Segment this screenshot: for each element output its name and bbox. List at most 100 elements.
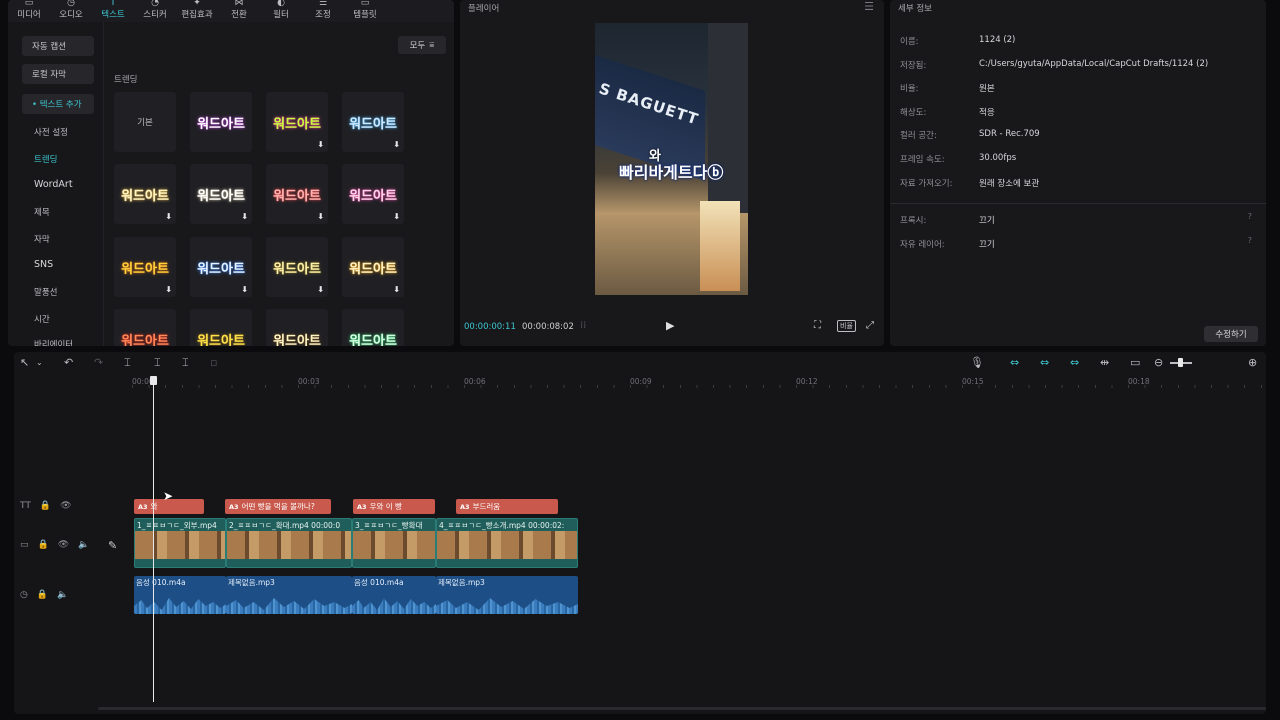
preview-axis-icon[interactable]: ⇔ [1070, 356, 1079, 369]
nav-item-preset[interactable]: 사전 설정 [34, 126, 68, 138]
ratio-button[interactable]: 비율 [837, 320, 856, 332]
tab-transition[interactable]: ⋈ 전환 [218, 0, 260, 22]
timecode-format-icon[interactable]: ⁞⁞ [580, 320, 586, 331]
download-icon[interactable]: ⬇ [165, 285, 172, 294]
menu-icon[interactable]: ☰ [864, 0, 874, 13]
nav-item-wordart[interactable]: WordArt [34, 179, 73, 190]
time-ruler[interactable]: 00:00 00:03 00:06 00:09 00:12 00:15 00:18 [132, 376, 1266, 388]
nav-item-variator[interactable]: 바리에이터 [34, 338, 73, 346]
text-clip[interactable]: A3 부드러움 [456, 499, 558, 514]
audio-clip[interactable]: 음성 010.m4a [134, 576, 226, 614]
wordart-tile[interactable]: 워드아트 ⬇ [190, 164, 252, 224]
wordart-tile[interactable]: 워드아트 [190, 309, 252, 346]
play-button[interactable]: ▶ [666, 319, 674, 332]
undo-icon[interactable]: ↶ [64, 356, 73, 369]
trim-right-icon[interactable]: ⌶ [182, 356, 189, 370]
chevron-down-icon[interactable]: ⌄ [36, 358, 43, 367]
zoom-slider-handle[interactable] [1178, 358, 1183, 367]
download-icon[interactable]: ⬇ [317, 285, 324, 294]
tab-text[interactable]: T 텍스트 [92, 0, 134, 22]
download-icon[interactable]: ⬇ [317, 140, 324, 149]
microphone-icon[interactable]: 🎙 [970, 356, 984, 369]
text-clip[interactable]: A3 어떤 빵을 먹을 볼까나? [225, 499, 331, 514]
caption-icon[interactable]: ▭ [1130, 356, 1140, 369]
eye-icon[interactable]: 👁 [60, 501, 71, 511]
volume-icon[interactable]: 🔈 [78, 540, 89, 550]
nav-local-caption[interactable]: 로컬 자막 [22, 64, 94, 84]
text-clip-icon: A3 [460, 502, 470, 511]
tab-template[interactable]: ▭ 템플릿 [344, 0, 386, 22]
magnet-icon[interactable]: ⇔ [1010, 356, 1019, 369]
lock-icon[interactable]: 🔒 [37, 590, 48, 600]
video-clip[interactable]: 1_ㅍㅍㅂㄱㄷ_외부.mp4 [134, 518, 226, 568]
filter-button[interactable]: 모두 ⩸ [398, 36, 446, 54]
download-icon[interactable]: ⬇ [317, 212, 324, 221]
fit-screen-icon[interactable]: ⛶ [814, 320, 821, 331]
tab-media[interactable]: ▭ 미디어 [8, 0, 50, 22]
zoom-fit-icon[interactable]: ⊕ [1248, 356, 1257, 369]
wordart-label: 기본 [137, 118, 153, 128]
volume-icon[interactable]: 🔈 [57, 590, 68, 600]
tab-filter[interactable]: ◐ 필터 [260, 0, 302, 22]
nav-item-sns[interactable]: SNS [34, 259, 53, 270]
video-clip[interactable]: 2_ㅍㅍㅂㄱㄷ_확대.mp4 00:00:0 [226, 518, 352, 568]
audio-clip[interactable]: 제목없음.mp3 [226, 576, 352, 614]
help-icon[interactable]: ? [1248, 236, 1252, 245]
split-icon[interactable]: ⌶ [124, 356, 131, 370]
nav-item-title[interactable]: 제목 [34, 206, 50, 218]
download-icon[interactable]: ⬇ [393, 140, 400, 149]
nav-item-time[interactable]: 시간 [34, 313, 50, 325]
nav-add-text[interactable]: • 텍스트 추가 [22, 94, 94, 114]
redo-icon[interactable]: ↷ [94, 356, 103, 369]
wordart-tile[interactable]: 워드아트 [266, 309, 328, 346]
lock-icon[interactable]: 🔒 [40, 501, 51, 511]
tab-adjust[interactable]: ⚌ 조정 [302, 0, 344, 22]
tab-audio[interactable]: ◷ 오디오 [50, 0, 92, 22]
wordart-tile[interactable]: 기본 [114, 92, 176, 152]
link-icon[interactable]: ⇔ [1040, 356, 1049, 369]
tab-effects[interactable]: ✦ 편집효과 [176, 0, 218, 22]
zoom-out-icon[interactable]: ⊖ [1154, 356, 1163, 369]
download-icon[interactable]: ⬇ [241, 285, 248, 294]
eye-icon[interactable]: 👁 [58, 540, 69, 550]
select-tool-icon[interactable]: ↖ [20, 356, 29, 369]
download-icon[interactable]: ⬇ [393, 212, 400, 221]
wordart-tile[interactable]: 워드아트 ⬇ [342, 92, 404, 152]
download-icon[interactable]: ⬇ [165, 212, 172, 221]
audio-clip[interactable]: 제목없음.mp3 [436, 576, 578, 614]
fullscreen-icon[interactable]: ⤢ [866, 320, 874, 331]
nav-item-bubble[interactable]: 말풍선 [34, 286, 57, 298]
timeline-scrollbar[interactable] [98, 707, 1266, 710]
edit-button[interactable]: 수정하기 [1204, 326, 1258, 342]
delete-icon[interactable]: ▫ [210, 356, 217, 369]
download-icon[interactable]: ⬇ [241, 212, 248, 221]
cover-edit-icon[interactable]: ✎ [108, 539, 117, 552]
video-clip[interactable]: 3_ㅍㅍㅂㄱㄷ_빵확대 [352, 518, 436, 568]
wordart-tile[interactable]: 워드아트 ⬇ [266, 237, 328, 297]
playhead[interactable] [153, 380, 154, 702]
playhead-handle[interactable] [150, 376, 157, 385]
wordart-tile[interactable]: 워드아트 [190, 92, 252, 152]
nav-auto-caption[interactable]: 자동 캡션 [22, 36, 94, 56]
wordart-tile[interactable]: 워드아트 ⬇ [190, 237, 252, 297]
wordart-tile[interactable]: 워드아트 ⬇ [342, 237, 404, 297]
text-clip[interactable]: A3 우와 이 빵 [353, 499, 435, 514]
audio-clip[interactable]: 음성 010.m4a [352, 576, 436, 614]
wordart-tile[interactable]: 워드아트 ⬇ [114, 237, 176, 297]
split-screen-icon[interactable]: ⇹ [1100, 356, 1109, 369]
wordart-tile[interactable]: 워드아트 ⬇ [114, 164, 176, 224]
wordart-tile[interactable]: 워드아트 [342, 309, 404, 346]
wordart-tile[interactable]: 워드아트 ⬇ [342, 164, 404, 224]
help-icon[interactable]: ? [1248, 212, 1252, 221]
video-clip[interactable]: 4_ㅍㅍㅂㄱㄷ_빵소개.mp4 00:00:02: [436, 518, 578, 568]
wordart-tile[interactable]: 워드아트 [114, 309, 176, 346]
trim-left-icon[interactable]: ⌶ [154, 356, 161, 370]
download-icon[interactable]: ⬇ [393, 285, 400, 294]
wordart-tile[interactable]: 워드아트 ⬇ [266, 164, 328, 224]
wordart-tile[interactable]: 워드아트 ⬇ [266, 92, 328, 152]
tab-sticker[interactable]: ◔ 스티커 [134, 0, 176, 22]
nav-item-caption[interactable]: 자막 [34, 233, 50, 245]
nav-item-trending[interactable]: 트렌딩 [34, 153, 57, 165]
video-preview[interactable]: S BAGUETT 와 빠리바게트다ⓑ [595, 23, 748, 295]
lock-icon[interactable]: 🔒 [38, 540, 49, 550]
